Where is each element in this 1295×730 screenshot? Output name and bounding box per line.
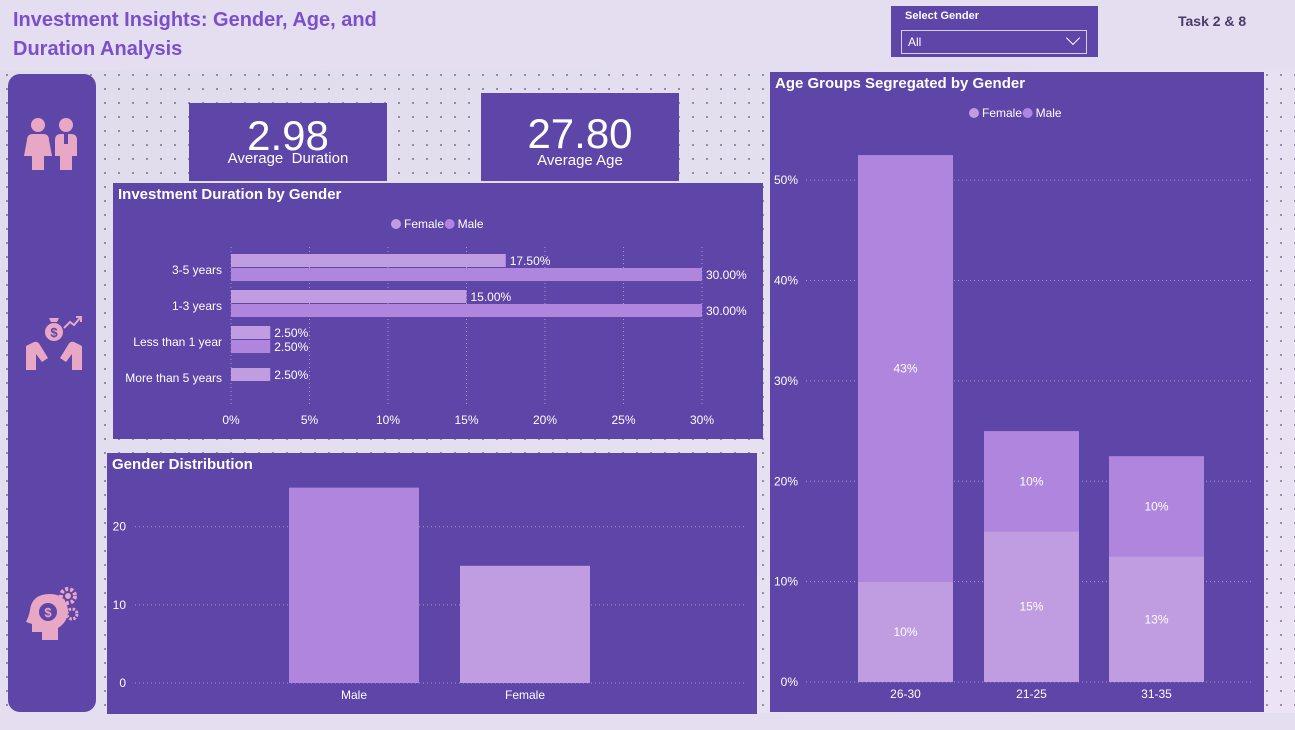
legend-label-female: Female	[404, 217, 444, 231]
age-y-tick: 20%	[774, 474, 798, 488]
svg-text:$: $	[50, 325, 58, 340]
legend-marker-female	[969, 108, 979, 118]
duration-x-tick: 0%	[222, 413, 240, 427]
age-chart: 0% 10% 20% 30% 40% 50% Female Male 10% 43% 26-30 15…	[774, 106, 1254, 701]
age-chart-panel: Age Groups Segregated by Gender 0% 10% 20%…	[770, 72, 1264, 712]
gender-bar-female	[460, 565, 590, 683]
duration-bar-male	[231, 268, 702, 281]
kpi-average-duration: 2.98 Average Duration	[189, 103, 387, 181]
dot-mask-bottom	[0, 713, 1295, 730]
duration-x-tick: 5%	[301, 413, 319, 427]
gender-slicer: Select Gender All	[891, 6, 1098, 57]
age-x-tick: 31-35	[1141, 687, 1172, 701]
duration-data-label: 2.50%	[274, 326, 308, 340]
duration-bar-female	[231, 368, 271, 381]
legend-marker-female	[391, 219, 401, 229]
legend-marker-male	[1022, 108, 1033, 118]
gender-y-tick: 10	[113, 598, 127, 612]
legend-label-male: Male	[458, 217, 484, 231]
kpi-average-age: 27.80 Average Age	[481, 93, 679, 181]
duration-category-label: More than 5 years	[125, 371, 222, 385]
duration-bar-female	[231, 290, 467, 303]
age-y-tick: 30%	[774, 374, 798, 388]
gender-chart-panel: Gender Distribution 0 10 20 Male Female	[107, 453, 757, 714]
duration-bar-male	[231, 304, 702, 317]
gender-bar-male	[289, 487, 419, 683]
gender-dropdown[interactable]: All	[901, 30, 1087, 54]
gender-y-tick: 20	[113, 520, 127, 534]
duration-data-label: 15.00%	[471, 290, 512, 304]
age-y-tick: 0%	[781, 675, 799, 689]
sidebar-nav: $ $	[8, 74, 96, 712]
gender-dropdown-value: All	[908, 35, 922, 49]
duration-bar-female	[231, 326, 271, 339]
duration-x-tick: 25%	[611, 413, 635, 427]
kpi-duration-label: Average Duration	[227, 150, 349, 167]
age-y-tick: 10%	[774, 575, 798, 589]
gender-y-tick: 0	[119, 676, 126, 690]
age-data-label: 10%	[1019, 474, 1043, 488]
duration-bar-female	[231, 254, 506, 267]
gender-x-tick: Female	[505, 688, 545, 702]
duration-category-label: Less than 1 year	[133, 335, 222, 349]
age-y-tick: 50%	[774, 173, 798, 187]
chevron-down-icon[interactable]	[1065, 30, 1081, 46]
duration-data-label: 2.50%	[274, 340, 308, 354]
money-growth-hands-icon[interactable]: $	[24, 312, 84, 374]
duration-x-tick: 20%	[533, 413, 557, 427]
age-data-label: 13%	[1144, 612, 1168, 626]
duration-chart-panel: Investment Duration by Gender 0% 5% 10% 15%…	[113, 183, 763, 439]
duration-data-label: 30.00%	[706, 304, 747, 318]
age-x-tick: 26-30	[890, 687, 921, 701]
legend-label-male: Male	[1036, 106, 1062, 120]
slicer-label: Select Gender	[905, 10, 979, 22]
duration-data-label: 2.50%	[274, 368, 308, 382]
duration-category-label: 1-3 years	[172, 299, 222, 313]
finance-mind-gears-icon[interactable]: $	[24, 582, 80, 642]
duration-chart: 0% 5% 10% 15% 20% 25% 30% Female Male 3-5 years 17…	[125, 217, 747, 427]
page-title: Investment Insights: Gender, Age, and Du…	[13, 9, 377, 60]
duration-data-label: 30.00%	[706, 268, 747, 282]
age-x-tick: 21-25	[1016, 687, 1047, 701]
duration-x-tick: 10%	[376, 413, 400, 427]
legend-marker-male	[444, 219, 455, 229]
duration-bar-male	[231, 340, 271, 353]
duration-x-tick: 30%	[690, 413, 714, 427]
svg-text:$: $	[44, 605, 52, 620]
gender-chart: 0 10 20 Male Female	[113, 487, 747, 702]
people-icon[interactable]	[24, 116, 80, 178]
age-data-label: 43%	[893, 361, 917, 375]
task-label: Task 2 & 8	[1178, 13, 1247, 29]
gender-x-tick: Male	[341, 688, 367, 702]
kpi-age-label: Average Age	[537, 152, 623, 169]
legend-label-female: Female	[982, 106, 1022, 120]
kpi-age-value: 27.80	[527, 110, 633, 157]
age-data-label: 10%	[893, 625, 917, 639]
duration-data-label: 17.50%	[510, 254, 551, 268]
age-y-tick: 40%	[774, 274, 798, 288]
duration-x-tick: 15%	[454, 413, 478, 427]
age-data-label: 10%	[1144, 499, 1168, 513]
duration-category-label: 3-5 years	[172, 263, 222, 277]
age-data-label: 15%	[1019, 600, 1043, 614]
